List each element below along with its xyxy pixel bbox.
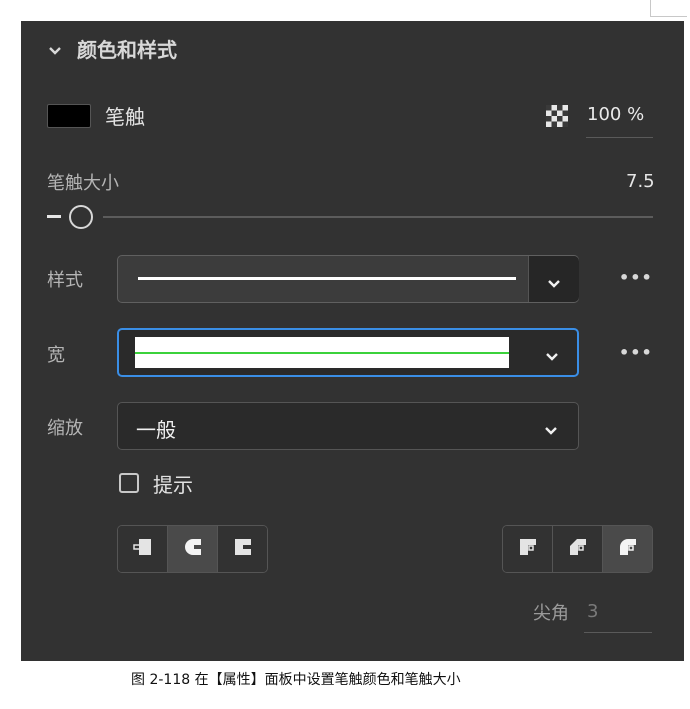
width-profile-dropdown[interactable] <box>117 328 579 377</box>
properties-panel: 颜色和样式 笔触 100 % 笔触大小 7.5 样式 ••• 宽 ••• 缩放 … <box>21 21 684 661</box>
stroke-label: 笔触 <box>105 105 145 129</box>
scale-dropdown[interactable]: 一般 <box>117 402 579 450</box>
chevron-down-icon <box>545 347 559 366</box>
style-dropdown-button[interactable] <box>528 256 579 302</box>
miter-limit-value[interactable]: 3 <box>587 601 598 622</box>
hint-label[interactable]: 提示 <box>153 469 193 498</box>
stroke-style-preview <box>138 277 516 280</box>
section-title[interactable]: 颜色和样式 <box>77 34 177 63</box>
bevel-join-button[interactable] <box>553 526 603 572</box>
chevron-down-icon[interactable] <box>48 41 62 60</box>
chevron-down-icon <box>544 421 558 440</box>
slider-track[interactable] <box>103 216 653 218</box>
cap-style-group <box>117 525 268 573</box>
stroke-size-label: 笔触大小 <box>47 173 119 194</box>
scale-label: 缩放 <box>47 418 83 439</box>
butt-cap-icon <box>132 537 153 561</box>
stroke-size-value[interactable]: 7.5 <box>626 171 655 192</box>
opacity-value[interactable]: 100 % <box>587 104 644 125</box>
width-more-button[interactable]: ••• <box>619 343 653 362</box>
round-join-button[interactable] <box>603 526 652 572</box>
slider-fill <box>47 215 61 218</box>
hint-checkbox[interactable] <box>119 473 139 493</box>
stroke-color-swatch[interactable] <box>47 104 91 128</box>
checkerboard-icon <box>546 105 568 127</box>
scale-value: 一般 <box>136 418 176 442</box>
join-style-group <box>502 525 653 573</box>
chevron-down-icon <box>547 274 561 293</box>
style-more-button[interactable]: ••• <box>619 268 653 287</box>
width-profile-line <box>135 352 509 354</box>
square-cap-icon <box>233 537 253 561</box>
butt-cap-button[interactable] <box>118 526 168 572</box>
round-cap-button[interactable] <box>168 526 218 572</box>
opacity-field-underline <box>586 137 653 138</box>
slider-thumb[interactable] <box>69 205 93 229</box>
bevel-join-icon <box>568 537 588 561</box>
width-profile-preview <box>135 337 509 368</box>
style-label: 样式 <box>47 270 83 291</box>
round-join-icon <box>618 537 638 561</box>
width-label: 宽 <box>47 345 65 366</box>
miter-join-button[interactable] <box>503 526 553 572</box>
style-dropdown[interactable] <box>117 255 579 303</box>
figure-caption: 图 2-118 在【属性】面板中设置笔触颜色和笔触大小 <box>131 672 461 688</box>
page-corner-mark <box>650 0 687 17</box>
square-cap-button[interactable] <box>218 526 267 572</box>
miter-limit-label: 尖角 <box>533 603 569 624</box>
miter-field-underline <box>584 632 652 633</box>
round-cap-icon <box>183 537 203 561</box>
miter-join-icon <box>518 537 538 561</box>
